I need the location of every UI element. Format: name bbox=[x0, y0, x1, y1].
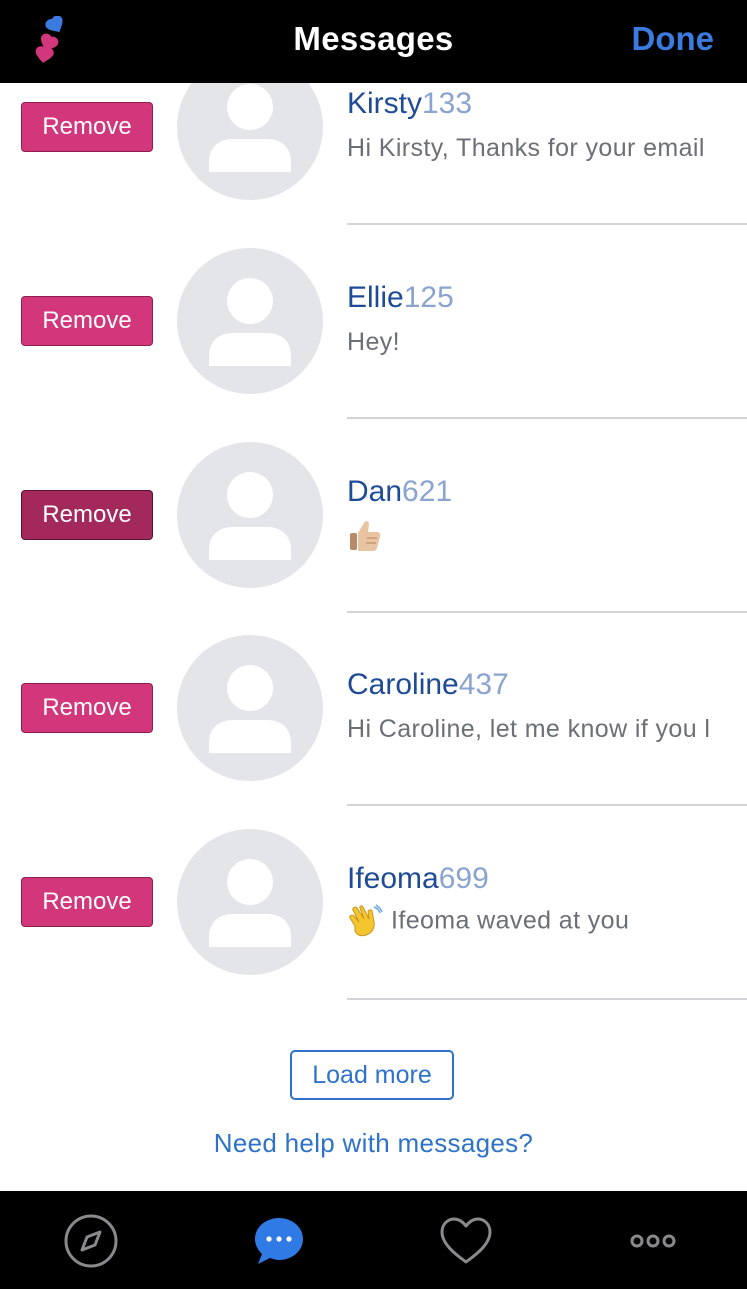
tab-bar bbox=[0, 1191, 747, 1289]
tab-discover[interactable] bbox=[63, 1213, 119, 1269]
load-more-button[interactable]: Load more bbox=[290, 1050, 454, 1100]
remove-button[interactable]: Remove bbox=[21, 490, 153, 540]
user-placeholder-icon bbox=[209, 84, 291, 172]
compass-icon bbox=[64, 1214, 118, 1268]
top-bar: Messages Done bbox=[0, 0, 747, 83]
conversation-name[interactable]: Ifeoma699 bbox=[347, 862, 489, 896]
remove-button[interactable]: Remove bbox=[21, 102, 153, 152]
heart-icon bbox=[440, 1217, 492, 1264]
help-link[interactable]: Need help with messages? bbox=[0, 1128, 747, 1159]
avatar bbox=[177, 635, 323, 781]
avatar bbox=[177, 248, 323, 394]
remove-button[interactable]: Remove bbox=[21, 296, 153, 346]
remove-button[interactable]: Remove bbox=[21, 877, 153, 927]
message-preview-text: Ifeoma waved at you bbox=[391, 906, 630, 935]
conversation-row[interactable]: Remove Kirsty133 Hi Kirsty, Thanks for y… bbox=[0, 83, 747, 225]
message-preview bbox=[347, 517, 391, 553]
done-button[interactable]: Done bbox=[632, 20, 715, 58]
user-placeholder-icon bbox=[209, 859, 291, 947]
tab-likes[interactable] bbox=[438, 1213, 494, 1269]
message-preview: Hey! bbox=[347, 328, 401, 356]
chat-bubble-icon bbox=[255, 1218, 303, 1264]
conversation-name[interactable]: Caroline437 bbox=[347, 668, 509, 702]
message-preview: Ifeoma waved at you bbox=[347, 904, 629, 940]
row-divider bbox=[347, 998, 747, 1000]
message-preview: Hi Kirsty, Thanks for your email bbox=[347, 134, 705, 162]
user-placeholder-icon bbox=[209, 665, 291, 753]
tab-more[interactable] bbox=[625, 1213, 681, 1269]
avatar bbox=[177, 442, 323, 588]
conversation-row[interactable]: Remove Dan621 bbox=[0, 405, 747, 613]
user-placeholder-icon bbox=[209, 472, 291, 560]
thumbs-up-emoji-icon bbox=[350, 521, 381, 551]
remove-button[interactable]: Remove bbox=[21, 683, 153, 733]
conversation-name[interactable]: Kirsty133 bbox=[347, 87, 472, 121]
message-preview: Hi Caroline, let me know if you l bbox=[347, 715, 711, 743]
conversation-list: Remove Kirsty133 Hi Kirsty, Thanks for y… bbox=[0, 83, 747, 1191]
avatar bbox=[177, 829, 323, 975]
waving-hand-emoji-icon bbox=[349, 904, 383, 937]
more-icon bbox=[630, 1234, 676, 1248]
conversation-name[interactable]: Dan621 bbox=[347, 475, 452, 509]
conversation-row[interactable]: Remove Ifeoma699 Ifeoma waved at you bbox=[0, 792, 747, 1000]
conversation-row[interactable]: Remove Caroline437 Hi Caroline, let me k… bbox=[0, 598, 747, 806]
tab-messages[interactable] bbox=[251, 1213, 307, 1269]
conversation-name[interactable]: Ellie125 bbox=[347, 281, 454, 315]
avatar bbox=[177, 83, 323, 200]
conversation-row[interactable]: Remove Ellie125 Hey! bbox=[0, 211, 747, 419]
user-placeholder-icon bbox=[209, 278, 291, 366]
